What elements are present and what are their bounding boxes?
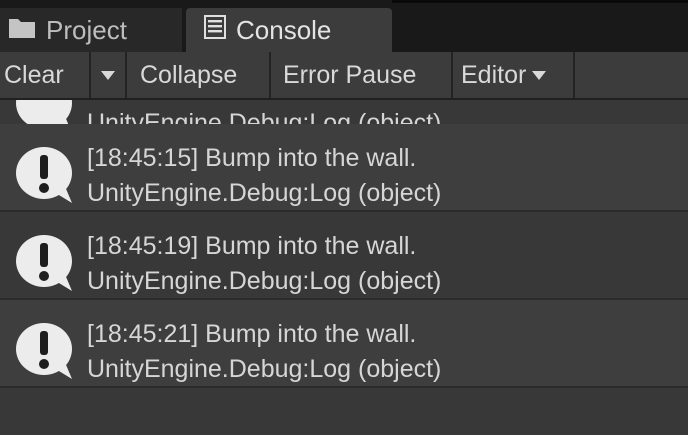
- log-entry-divider: [0, 386, 688, 388]
- console-toolbar: Clear Collapse Error Pause Editor: [0, 52, 688, 100]
- editor-dropdown[interactable]: Editor: [453, 52, 575, 98]
- info-message-icon: [16, 235, 72, 291]
- console-icon: [204, 14, 226, 46]
- clear-button-label: Clear: [4, 60, 64, 89]
- tab-project-label: Project: [46, 14, 127, 45]
- tab-console-label: Console: [236, 14, 332, 45]
- log-entry[interactable]: [18:45:21] Bump into the wall. UnityEngi…: [0, 300, 688, 388]
- editor-dropdown-label: Editor: [461, 60, 527, 89]
- clear-button[interactable]: Clear: [0, 52, 91, 98]
- error-pause-toggle[interactable]: Error Pause: [271, 52, 453, 98]
- collapse-toggle[interactable]: Collapse: [127, 52, 271, 98]
- log-entry-message: [18:45:21] Bump into the wall.: [87, 320, 417, 348]
- chevron-down-icon: [532, 70, 547, 80]
- info-message-icon: [16, 147, 72, 203]
- chevron-down-icon: [101, 70, 115, 80]
- log-entry-stack: UnityEngine.Debug:Log (object): [87, 267, 442, 295]
- collapse-toggle-label: Collapse: [140, 60, 238, 89]
- console-window: Project Console Clear Collapse Error Pau…: [0, 0, 688, 435]
- folder-icon: [8, 15, 36, 46]
- log-entry-message: [18:45:15] Bump into the wall.: [87, 144, 417, 172]
- tab-bar-accent: [392, 0, 688, 3]
- log-empty-area: [0, 392, 688, 435]
- log-entry-message: [18:45:19] Bump into the wall.: [87, 232, 417, 260]
- log-entry-stack: UnityEngine.Debug:Log (object): [87, 355, 442, 383]
- error-pause-toggle-label: Error Pause: [283, 60, 417, 89]
- info-message-icon: [16, 323, 72, 379]
- tab-console[interactable]: Console: [186, 8, 392, 52]
- log-entry[interactable]: [18:45:19] Bump into the wall. UnityEngi…: [0, 212, 688, 300]
- log-entry[interactable]: [18:45:15] Bump into the wall. UnityEngi…: [0, 124, 688, 212]
- tab-bar: Project Console: [0, 0, 688, 52]
- tab-project[interactable]: Project: [0, 8, 182, 52]
- log-entry-stack: UnityEngine.Debug:Log (object): [87, 179, 442, 207]
- clear-options-dropdown[interactable]: [91, 52, 127, 98]
- console-log-list[interactable]: UnityEngine.Debug:Log (object) [18:45:15…: [0, 100, 688, 435]
